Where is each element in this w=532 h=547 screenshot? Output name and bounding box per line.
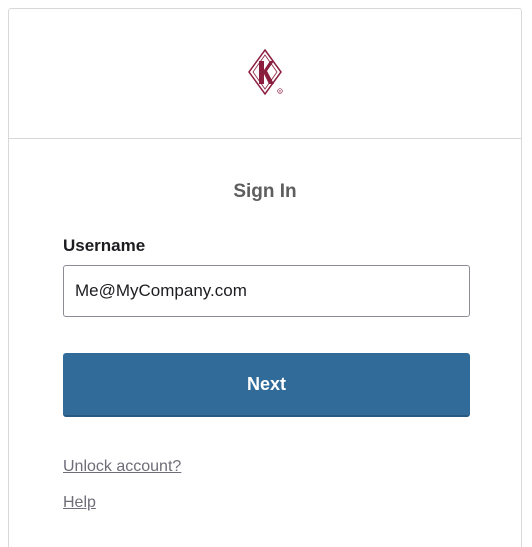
username-input[interactable]	[63, 265, 470, 317]
page-title: Sign In	[233, 181, 297, 202]
username-label: Username	[63, 236, 146, 255]
diamond-k-logo-icon: R	[248, 48, 283, 95]
card-header: R	[9, 9, 521, 139]
sign-in-card: R Sign In Username Next Unlock account? …	[8, 8, 522, 547]
unlock-account-link[interactable]: Unlock account?	[63, 458, 181, 476]
next-button[interactable]: Next	[63, 353, 470, 417]
help-link[interactable]: Help	[63, 494, 96, 512]
